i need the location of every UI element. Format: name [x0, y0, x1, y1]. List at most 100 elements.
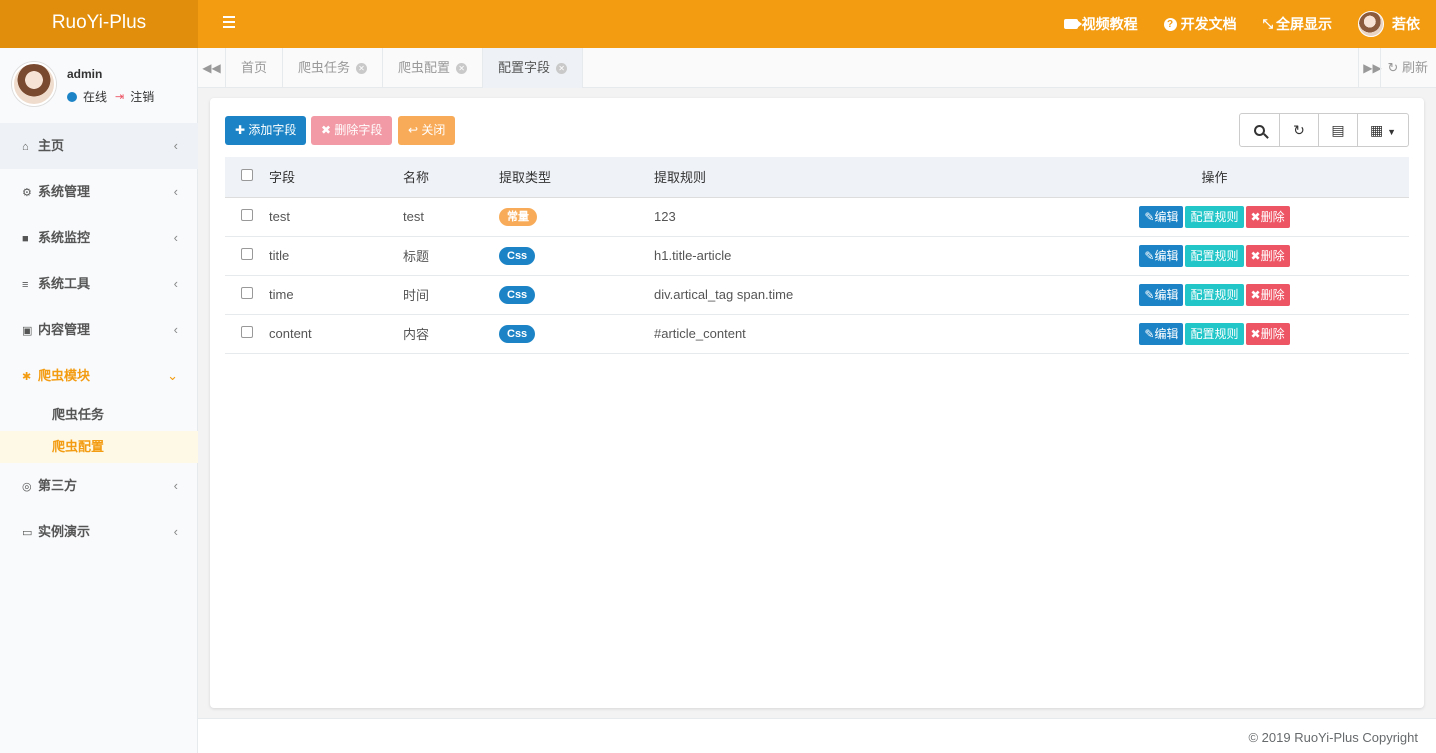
- type-badge: Css: [499, 324, 536, 343]
- type-badge: Css: [499, 285, 536, 304]
- times-icon: ✖: [1250, 326, 1261, 341]
- config-rule-button[interactable]: 配置规则: [1185, 322, 1244, 345]
- tab-label: 爬虫任务: [298, 60, 351, 75]
- cell-actions: ✎编辑 配置规则 ✖删除: [1020, 236, 1409, 276]
- cell-name: test: [403, 197, 499, 237]
- delete-button[interactable]: ✖删除: [1245, 283, 1290, 306]
- chevron-left-icon: ‹: [173, 322, 178, 337]
- row-checkbox[interactable]: [241, 326, 253, 338]
- delete-button[interactable]: ✖删除: [1245, 244, 1290, 267]
- sidebar-subitem-crawler-config[interactable]: 爬虫配置: [0, 431, 198, 463]
- edit-label: 编辑: [1154, 248, 1179, 263]
- table-row: test test 常量 123 ✎编辑 配置规则 ✖删除: [225, 197, 1409, 237]
- times-icon: ✖: [321, 123, 332, 137]
- row-checkbox-cell: [225, 197, 269, 237]
- video-tutorial-link[interactable]: 视频教程: [1063, 14, 1138, 34]
- sidebar-toggle-icon[interactable]: [218, 13, 240, 35]
- grid-icon: ▦: [1369, 122, 1384, 138]
- cell-name: 标题: [403, 236, 499, 276]
- top-navbar: RuoYi-Plus 视频教程 ? 开发文档 ⤡ 全屏显示 若依: [0, 0, 1436, 48]
- tab-config-fields[interactable]: 配置字段 ✕: [483, 48, 584, 88]
- user-menu-label: 若依: [1392, 16, 1420, 32]
- row-checkbox[interactable]: [241, 248, 253, 260]
- close-label: 关闭: [421, 123, 446, 137]
- sidebar-item-label: 内容管理: [38, 322, 91, 337]
- config-rule-button[interactable]: 配置规则: [1185, 244, 1244, 267]
- cell-rule: #article_content: [654, 314, 1020, 354]
- tab-home[interactable]: 首页: [226, 48, 284, 88]
- cell-field: test: [269, 197, 403, 237]
- sidebar-item-tools[interactable]: ≡ 系统工具 ‹: [0, 261, 198, 307]
- caret-down-icon: ▼: [1387, 127, 1397, 137]
- sign-out-icon[interactable]: ⇥: [115, 90, 124, 103]
- edit-button[interactable]: ✎编辑: [1139, 322, 1184, 345]
- select-all-checkbox[interactable]: [241, 169, 253, 182]
- sidebar-item-demo[interactable]: ▭ 实例演示 ‹: [0, 509, 198, 555]
- tab-crawler-task[interactable]: 爬虫任务 ✕: [283, 48, 384, 88]
- refresh-label: 刷新: [1401, 60, 1428, 75]
- logout-link[interactable]: 注销: [130, 88, 154, 105]
- edit-button[interactable]: ✎编辑: [1139, 283, 1184, 306]
- sidebar-item-label: 实例演示: [38, 524, 91, 539]
- tab-crawler-config[interactable]: 爬虫配置 ✕: [383, 48, 484, 88]
- fields-table: 字段 名称 提取类型 提取规则 操作 test test 常量 123 ✎编辑 配置规则 ✖…: [225, 157, 1409, 354]
- edit-icon: ✎: [1144, 248, 1155, 263]
- fullscreen-link[interactable]: ⤡ 全屏显示: [1263, 14, 1332, 34]
- brand-logo[interactable]: RuoYi-Plus: [0, 0, 198, 48]
- edit-button[interactable]: ✎编辑: [1139, 205, 1184, 228]
- toggle-view-button[interactable]: ▤: [1318, 114, 1357, 146]
- dev-docs-label: 开发文档: [1180, 16, 1237, 32]
- search-button[interactable]: [1240, 114, 1279, 146]
- columns-button[interactable]: ▦ ▼: [1357, 114, 1408, 146]
- sidebar-item-monitor[interactable]: ■ 系统监控 ‹: [0, 215, 198, 261]
- delete-label: 删除: [1260, 326, 1285, 341]
- top-menu: 视频教程 ? 开发文档 ⤡ 全屏显示 若依: [1038, 0, 1420, 48]
- edit-icon: ✎: [1144, 287, 1155, 302]
- chevron-left-icon: ‹: [173, 230, 178, 245]
- close-button[interactable]: ↩ 关闭: [398, 116, 456, 145]
- sidebar-item-content[interactable]: ▣ 内容管理 ‹: [0, 307, 198, 353]
- close-icon[interactable]: ✕: [356, 62, 368, 74]
- delete-button[interactable]: ✖删除: [1245, 322, 1290, 345]
- copyright-text: © 2019 RuoYi-Plus Copyright: [1248, 730, 1418, 745]
- close-icon[interactable]: ✕: [456, 62, 468, 74]
- sidebar-item-label: 系统工具: [38, 276, 91, 291]
- list-alt-icon: ▤: [1331, 122, 1345, 138]
- refresh-table-button[interactable]: ↻: [1279, 114, 1318, 146]
- user-avatar: [1358, 11, 1384, 37]
- times-icon: ✖: [1250, 248, 1261, 263]
- sidebar-item-third-party[interactable]: ◎ 第三方 ‹: [0, 463, 198, 509]
- user-panel: admin 在线 ⇥ 注销: [0, 48, 198, 123]
- sidebar-item-system[interactable]: ⚙ 系统管理 ‹: [0, 169, 198, 215]
- refresh-tab-button[interactable]: ↻ 刷新: [1380, 48, 1428, 88]
- close-icon[interactable]: ✕: [556, 62, 568, 74]
- add-field-button[interactable]: ✚ 添加字段: [225, 116, 307, 145]
- delete-label: 删除: [1260, 209, 1285, 224]
- type-badge: 常量: [499, 207, 537, 226]
- chevron-left-icon: ‹: [173, 138, 178, 153]
- id-card-icon: ▣: [22, 325, 33, 337]
- tabs-scroll-left-icon[interactable]: ◀◀: [198, 48, 226, 88]
- row-checkbox[interactable]: [241, 209, 253, 221]
- delete-button[interactable]: ✖删除: [1245, 205, 1290, 228]
- delete-field-button[interactable]: ✖ 删除字段: [311, 116, 393, 145]
- sidebar-item-label: 系统监控: [38, 230, 91, 245]
- row-checkbox[interactable]: [241, 287, 253, 299]
- user-menu[interactable]: 若依: [1358, 11, 1420, 37]
- dev-docs-link[interactable]: ? 开发文档: [1163, 14, 1237, 34]
- table-tools: ↻ ▤ ▦ ▼: [1239, 113, 1409, 147]
- sidebar-item-home[interactable]: ⌂ 主页 ‹: [0, 123, 198, 169]
- chevron-left-icon: ‹: [173, 276, 178, 291]
- chevron-down-icon: ⌄: [167, 368, 178, 383]
- bug-icon: ✱: [22, 371, 32, 383]
- config-rule-button[interactable]: 配置规则: [1185, 283, 1244, 306]
- edit-button[interactable]: ✎编辑: [1139, 244, 1184, 267]
- config-rule-button[interactable]: 配置规则: [1185, 205, 1244, 228]
- header-rule: 提取规则: [654, 157, 1020, 198]
- refresh-icon: ↻: [1293, 122, 1305, 138]
- fullscreen-label: 全屏显示: [1276, 16, 1332, 32]
- sidebar-item-crawler[interactable]: ✱ 爬虫模块 ⌄: [0, 353, 198, 399]
- search-icon: [1254, 125, 1265, 136]
- sidebar-item-label: 第三方: [38, 478, 78, 493]
- sidebar-subitem-crawler-task[interactable]: 爬虫任务: [0, 399, 198, 431]
